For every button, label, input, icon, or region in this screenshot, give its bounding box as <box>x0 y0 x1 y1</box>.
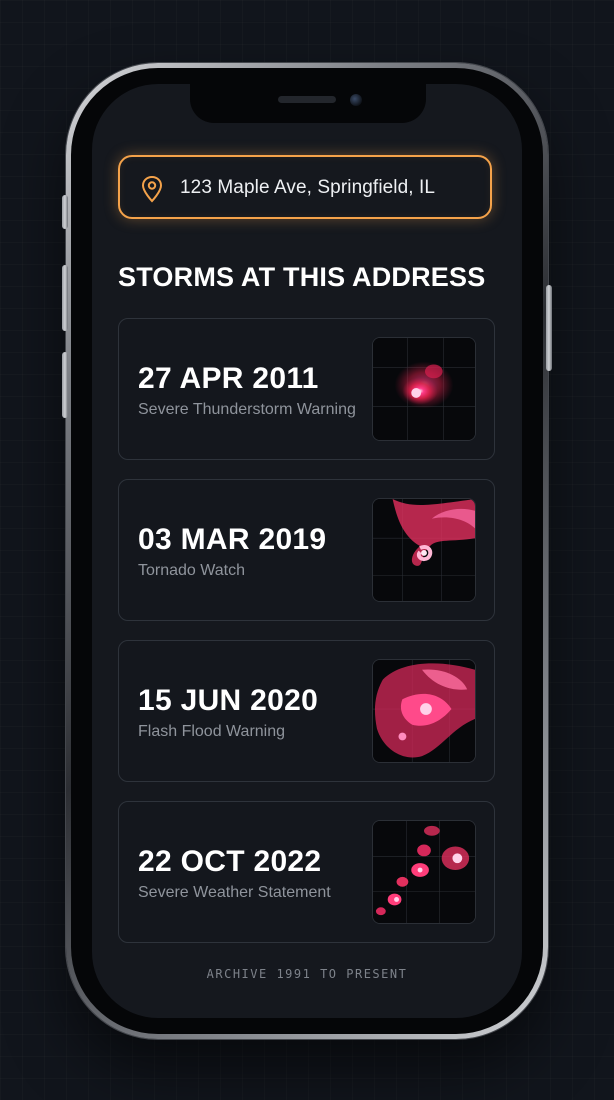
side-button-volume-down <box>62 352 68 418</box>
notch <box>190 84 426 123</box>
side-button-volume-up <box>62 265 68 331</box>
radar-thumbnail <box>372 337 476 441</box>
side-button-power <box>546 285 552 371</box>
storm-date: 03 MAR 2019 <box>138 523 327 556</box>
radar-thumbnail <box>372 498 476 602</box>
storm-type: Severe Thunderstorm Warning <box>138 401 356 418</box>
location-pin-icon <box>141 175 163 203</box>
storm-date: 22 OCT 2022 <box>138 845 322 878</box>
address-value: 123 Maple Ave, Springfield, IL <box>180 177 436 198</box>
storm-date: 27 APR 2011 <box>138 362 319 395</box>
storm-date: 15 JUN 2020 <box>138 684 319 717</box>
archive-footer: ARCHIVE 1991 TO PRESENT <box>206 967 408 981</box>
speaker <box>278 96 336 103</box>
storm-card[interactable]: 27 APR 2011 Severe Thunderstorm Warning <box>118 318 495 460</box>
radar-thumbnail <box>372 659 476 763</box>
side-button-silent <box>62 195 68 229</box>
storm-card[interactable]: 15 JUN 2020 Flash Flood Warning <box>118 640 495 782</box>
storm-type: Flash Flood Warning <box>138 723 286 740</box>
page-title: STORMS AT THIS ADDRESS <box>118 262 486 292</box>
storm-card[interactable]: 03 MAR 2019 Tornado Watch <box>118 479 495 621</box>
storm-type: Tornado Watch <box>138 562 246 579</box>
radar-thumbnail <box>372 820 476 924</box>
address-field[interactable]: 123 Maple Ave, Springfield, IL <box>118 155 492 219</box>
storm-card[interactable]: 22 OCT 2022 Severe Weather Statement <box>118 801 495 943</box>
front-camera <box>350 94 362 106</box>
storm-type: Severe Weather Statement <box>138 884 331 901</box>
